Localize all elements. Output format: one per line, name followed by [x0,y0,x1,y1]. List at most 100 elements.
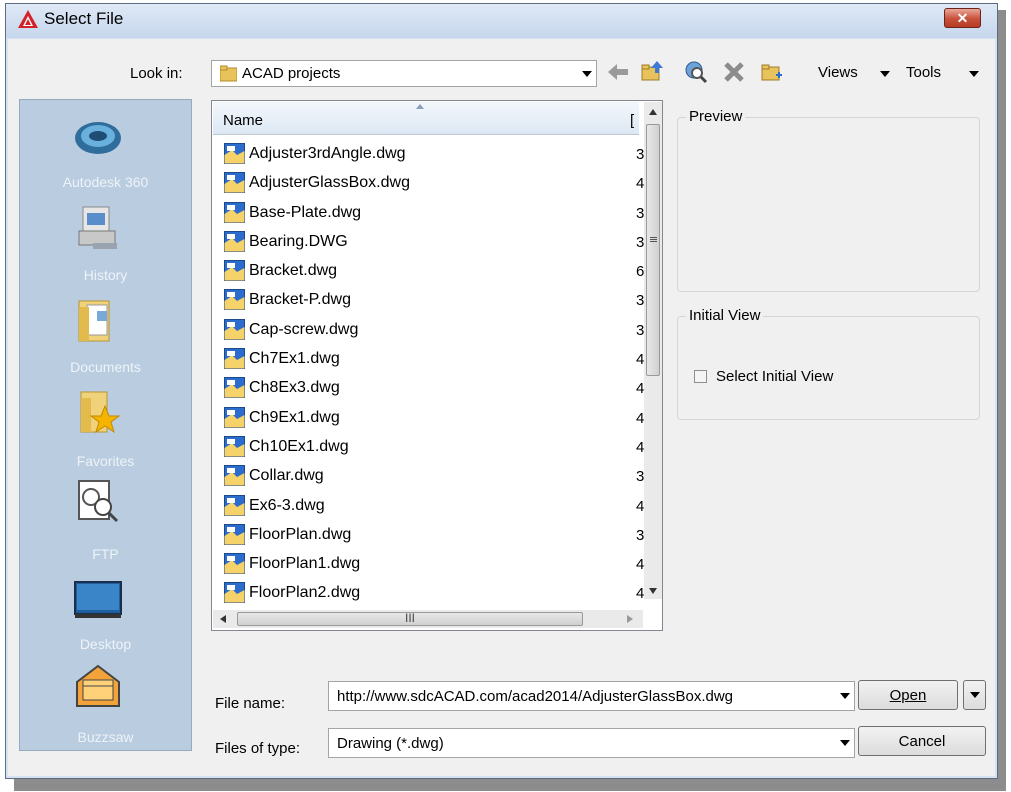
open-options-button[interactable] [963,680,986,710]
select-initial-view-checkbox[interactable] [694,370,707,383]
dwg-file-icon [224,494,245,516]
files-of-type-label: Files of type: [215,740,301,757]
horizontal-scrollbar[interactable]: III [213,610,643,628]
views-menu[interactable]: Views [818,64,858,81]
up-one-level-icon[interactable] [640,60,664,84]
buzzsaw-icon[interactable] [73,664,123,710]
file-detail: 3 [636,526,644,544]
delete-icon[interactable] [722,60,746,84]
vertical-scrollbar[interactable] [644,102,662,599]
file-list-header: Name [ [213,102,639,135]
file-list[interactable]: Name [ Adjuster3rdAngle.dwg 3 AdjusterGlas… [211,100,663,631]
open-label: Open [889,687,927,704]
file-detail: 4 [636,351,644,369]
file-row[interactable]: Bearing.DWG 3 [224,230,644,260]
file-row[interactable]: Ch9Ex1.dwg 4 [224,406,644,436]
file-row[interactable]: FloorPlan2.dwg 4 [224,582,644,611]
scroll-up-icon[interactable] [649,109,657,115]
ftp-icon[interactable] [73,477,123,523]
tools-menu[interactable]: Tools [906,64,941,81]
file-row[interactable]: AdjusterGlassBox.dwg 4 [224,172,644,201]
file-row[interactable]: Adjuster3rdAngle.dwg 3 [224,143,644,172]
history-icon[interactable] [73,205,123,251]
scroll-down-icon[interactable] [649,588,657,594]
column-header-second[interactable]: [ [630,112,634,129]
dwg-file-icon [224,435,245,457]
favorites-icon[interactable] [73,388,123,434]
place-label-documents[interactable]: Documents [19,359,192,375]
autodesk-360-icon[interactable] [73,114,123,160]
close-icon: ✕ [956,10,969,26]
file-row[interactable]: Ex6-3.dwg 4 [224,494,644,524]
file-row[interactable]: Ch8Ex3.dwg 4 [224,377,644,406]
files-of-type-value: Drawing (*.dwg) [337,735,444,752]
close-button[interactable]: ✕ [944,8,981,28]
file-row[interactable]: Ch10Ex1.dwg 4 [224,435,644,465]
autocad-app-icon [18,10,38,28]
file-name: FloorPlan2.dwg [249,584,361,602]
select-initial-view-label[interactable]: Select Initial View [716,368,833,385]
scroll-left-icon[interactable] [220,615,226,623]
initial-view-title: Initial View [686,307,764,324]
place-label-buzzsaw[interactable]: Buzzsaw [19,729,192,745]
place-label-history[interactable]: History [19,267,192,283]
title-bar[interactable] [6,4,997,38]
window-title: Select File [44,9,124,28]
file-row[interactable]: FloorPlan.dwg 3 [224,523,644,553]
file-name-value: http://www.sdcACAD.com/acad2014/Adjuster… [337,688,734,705]
dwg-file-icon [224,523,245,545]
file-detail: 4 [636,380,644,398]
chevron-down-icon[interactable] [578,63,594,84]
dwg-file-icon [224,260,245,282]
tools-label: Tools [906,64,942,81]
search-web-icon[interactable] [684,60,708,84]
place-label-favorites[interactable]: Favorites [19,453,192,469]
file-row[interactable]: Cap-screw.dwg 3 [224,318,644,348]
file-name-input[interactable]: http://www.sdcACAD.com/acad2014/Adjuster… [328,681,855,711]
scroll-right-icon[interactable] [627,615,633,623]
place-label-ftp[interactable]: FTP [19,546,192,562]
views-chevron-down-icon[interactable] [880,71,890,77]
file-row[interactable]: Collar.dwg 3 [224,465,644,494]
file-row[interactable]: Bracket-P.dwg 3 [224,289,644,318]
views-label: Views [818,64,858,81]
file-row[interactable]: Bracket.dwg 6 [224,260,644,289]
file-name: Ex6-3.dwg [249,496,325,514]
open-chevron-down-icon [970,692,980,698]
file-name: Base-Plate.dwg [249,203,362,221]
desktop-icon[interactable] [73,576,123,622]
file-name: FloorPlan.dwg [249,525,352,543]
back-arrow-icon[interactable] [606,60,630,84]
place-label-desktop[interactable]: Desktop [19,636,192,652]
dwg-file-icon [224,553,245,575]
new-folder-icon[interactable] [760,60,784,84]
open-button[interactable]: Open [858,680,958,710]
file-rows: Adjuster3rdAngle.dwg 3 AdjusterGlassBox.dw… [224,143,644,612]
preview-title: Preview [686,108,746,125]
look-in-dropdown[interactable]: ACAD projects [211,60,597,87]
file-row[interactable]: Base-Plate.dwg 3 [224,201,644,231]
dwg-file-icon [224,582,245,604]
sort-ascending-icon [416,104,424,109]
dwg-file-icon [224,289,245,311]
file-detail: 6 [636,263,644,281]
file-detail: 4 [636,585,644,603]
file-name: FloorPlan1.dwg [249,555,361,573]
column-header-name[interactable]: Name [223,112,263,129]
cancel-button[interactable]: Cancel [858,726,986,756]
file-name-dropdown-icon[interactable] [836,685,852,707]
place-label-autodesk-360[interactable]: Autodesk 360 [19,174,192,190]
horizontal-scroll-thumb[interactable]: III [237,611,583,626]
vertical-scroll-thumb[interactable] [646,124,660,376]
dwg-file-icon [224,201,245,223]
files-of-type-dropdown[interactable]: Drawing (*.dwg) [328,728,855,758]
documents-icon[interactable] [73,297,123,343]
file-name: Ch8Ex3.dwg [249,379,340,397]
file-name: Bearing.DWG [249,232,348,250]
file-row[interactable]: Ch7Ex1.dwg 4 [224,348,644,377]
file-name: Ch7Ex1.dwg [249,350,340,368]
dwg-file-icon [224,143,245,164]
file-row[interactable]: FloorPlan1.dwg 4 [224,553,644,582]
files-of-type-chevron-down-icon[interactable] [836,732,852,754]
tools-chevron-down-icon[interactable] [969,71,979,77]
